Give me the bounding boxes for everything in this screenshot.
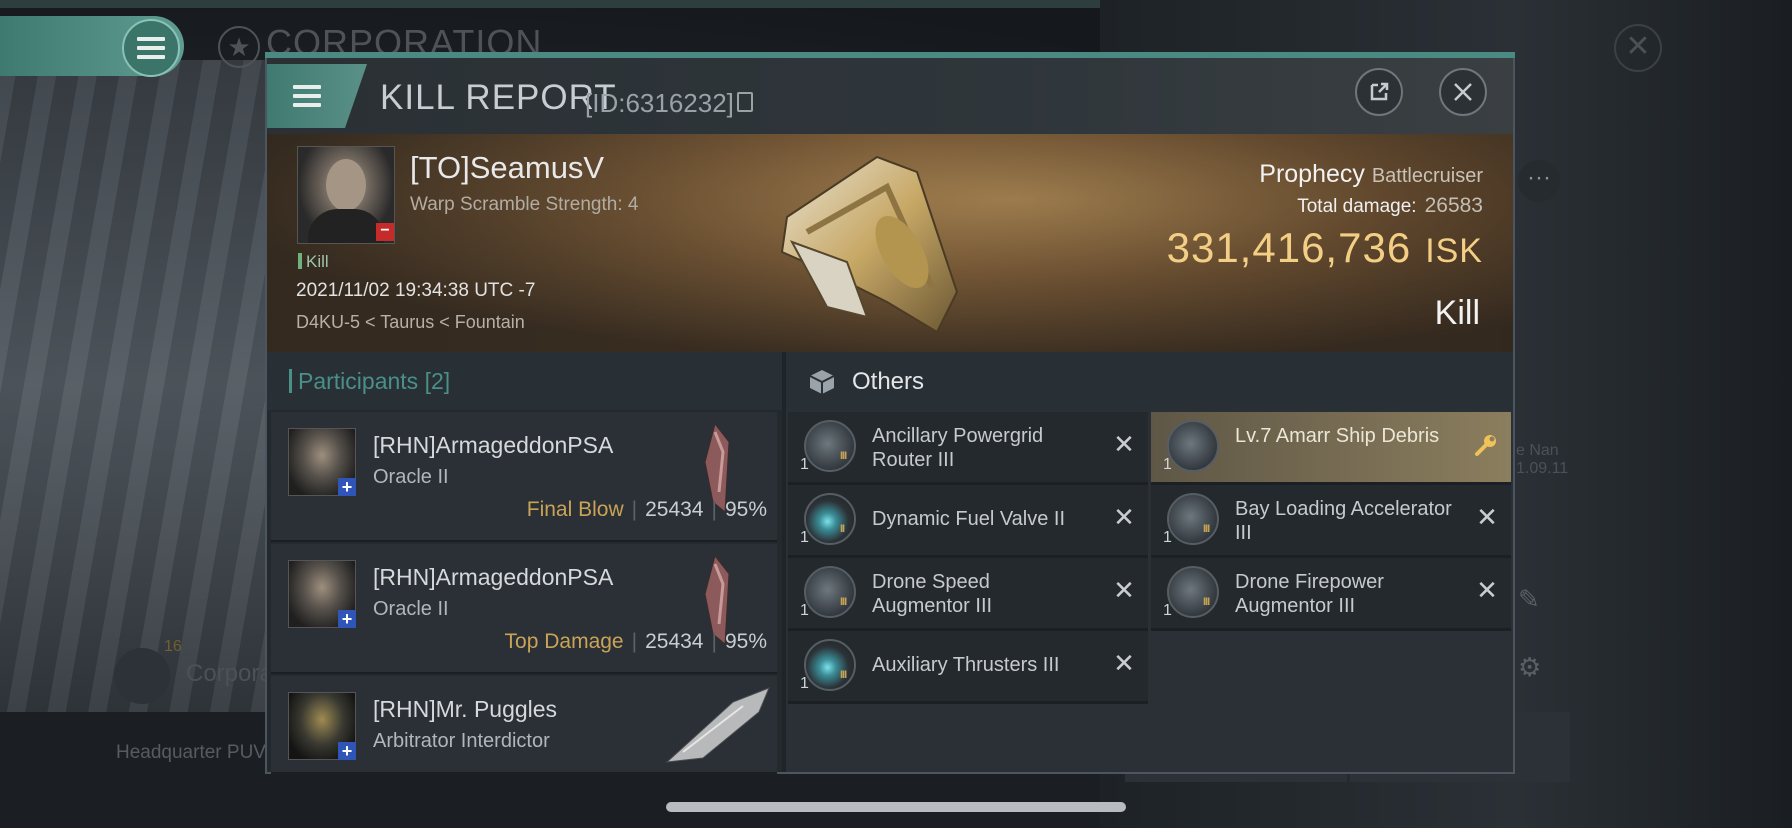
destroyed-icon: ✕ [1113,648,1135,678]
others-panel: Others III 1 Ancillary Powergrid Router … [786,352,1513,772]
destroyed-icon: ✕ [1476,575,1498,605]
arbitrator-ship-icon [665,687,770,763]
participant-ship: Oracle II [373,466,449,488]
participant-ship: Arbitrator Interdictor [373,730,550,752]
item-name: Auxiliary Thrusters III [872,654,1060,676]
destroyed-icon: ✕ [1113,502,1135,532]
auxiliary-thrusters-icon: III [804,639,856,691]
destroyed-icon: ✕ [1476,502,1498,532]
cube-icon [809,370,835,394]
item-row[interactable]: III 1 Bay Loading Accelerator III ✕ [1151,485,1511,558]
item-quantity: 1 [800,675,809,692]
participants-panel: Participants [2] + [RHN]ArmageddonPSA Or… [267,352,782,774]
item-row[interactable]: III 1 Drone Firepower Augmentor III ✕ [1151,558,1511,631]
ship-debris-icon [1167,420,1219,472]
dialog-header: KILL REPORT [ID:6316232] [267,58,1513,134]
victim-banner: − [TO]SeamusV Warp Scramble Strength: 4 … [267,134,1513,352]
more-icon[interactable]: ··· [1518,160,1560,202]
victim-ship-image [780,155,959,334]
item-name: Drone Firepower Augmentor III [1235,571,1384,617]
participant-name: [RHN]ArmageddonPSA [373,564,614,590]
home-indicator[interactable] [666,802,1126,812]
others-title: Others [852,368,925,395]
menu-icon [293,85,321,107]
plus-standing-icon: + [338,610,356,628]
destroyed-icon: ✕ [1113,575,1135,605]
background-corp-menu-icon[interactable] [114,648,170,704]
item-name: Dynamic Fuel Valve II [872,508,1066,530]
item-row[interactable]: II 1 Dynamic Fuel Valve II ✕ [788,485,1148,558]
item-name: Drone Speed Augmentor III [872,571,993,617]
item-quantity: 1 [800,529,809,546]
victim-ship[interactable]: Prophecy Battlecruiser [1259,160,1483,189]
victim-name[interactable]: [TO]SeamusV [410,150,604,186]
participant-portrait[interactable]: + [288,692,356,760]
wrench-icon [1475,435,1496,456]
dialog-title: KILL REPORT [380,78,617,117]
copy-icon[interactable] [737,92,753,112]
kill-tag: Kill [298,252,329,272]
background-corp-label: Corpora [186,660,273,687]
item-quantity: 1 [1163,456,1172,473]
fuel-valve-icon: II [804,493,856,545]
item-row[interactable]: 1 Lv.7 Amarr Ship Debris [1151,412,1511,485]
destroyed-icon: ✕ [1113,429,1135,459]
participant-stats: Top Damage | 25434 | 95% [504,630,767,653]
participant-row[interactable]: + [RHN]ArmageddonPSA Oracle II Top Damag… [271,544,777,674]
warp-scramble-strength: Warp Scramble Strength: 4 [410,194,639,215]
plus-standing-icon: + [338,478,356,496]
kill-location[interactable]: D4KU-5 < Taurus < Fountain [296,312,525,333]
isk-value: 331,416,736 ISK [1166,224,1483,271]
background-corp-count: 16 [164,638,182,655]
background-right-text: e Nan 1.09.11 [1516,442,1569,477]
bay-loading-accelerator-icon: III [1167,493,1219,545]
edit-icon[interactable]: ✎ [1518,584,1548,614]
kill-result: Kill [1434,294,1480,332]
participant-name: [RHN]Mr. Puggles [373,696,558,722]
star-icon: ★ [218,26,260,68]
kill-id: [ID:6316232] [585,88,734,118]
item-name: Bay Loading Accelerator III [1235,498,1452,544]
participant-row[interactable]: + [RHN]Mr. Puggles Arbitrator Interdicto… [271,676,777,774]
header-menu-button[interactable] [267,64,367,128]
kill-datetime: 2021/11/02 19:34:38 UTC -7 [296,280,536,301]
participant-stats: Final Blow | 25434 | 95% [526,498,767,521]
drone-speed-augmentor-icon: III [804,566,856,618]
item-row[interactable]: III 1 Auxiliary Thrusters III ✕ [788,631,1148,704]
item-quantity: 1 [1163,602,1172,619]
participant-row[interactable]: + [RHN]ArmageddonPSA Oracle II Final Blo… [271,412,777,542]
participants-title: Participants [2] [289,368,450,395]
background-close-icon[interactable]: ✕ [1614,24,1662,72]
kill-report-dialog: KILL REPORT [ID:6316232] − [TO]SeamusV W… [265,52,1515,774]
background-menu-button[interactable] [0,16,184,77]
item-row[interactable]: III 1 Drone Speed Augmentor III ✕ [788,558,1148,631]
participant-name: [RHN]ArmageddonPSA [373,432,614,458]
close-button[interactable] [1439,68,1487,116]
hostile-standing-icon: − [376,223,394,241]
participant-portrait[interactable]: + [288,560,356,628]
plus-standing-icon: + [338,742,356,760]
close-icon [1454,83,1472,101]
participant-portrait[interactable]: + [288,428,356,496]
item-name: Ancillary Powergrid Router III [872,425,1044,471]
drone-firepower-augmentor-icon: III [1167,566,1219,618]
background-headquarter-text: Headquarter PUV [116,742,266,763]
total-damage: Total damage: 26583 [1297,194,1483,217]
item-quantity: 1 [1163,529,1172,546]
item-name: Lv.7 Amarr Ship Debris [1235,425,1440,447]
external-link-icon [1370,82,1389,101]
item-row[interactable]: III 1 Ancillary Powergrid Router III ✕ [788,412,1148,485]
settings-icon[interactable]: ⚙ [1518,652,1548,682]
external-link-button[interactable] [1355,68,1403,116]
item-quantity: 1 [800,456,809,473]
menu-icon [122,19,180,77]
participants-header: Participants [2] [267,352,782,410]
powergrid-router-icon: III [804,420,856,472]
others-header: Others [786,352,1513,410]
item-quantity: 1 [800,602,809,619]
participant-ship: Oracle II [373,598,449,620]
